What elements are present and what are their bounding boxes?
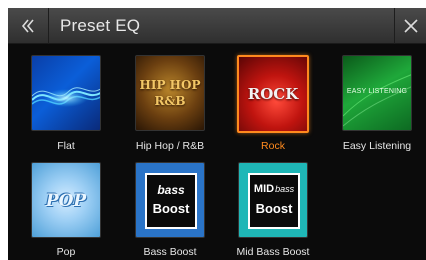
preset-tile-hip-hop-rnb[interactable]: HIP HOP R&B <box>135 55 205 131</box>
close-icon <box>403 19 418 33</box>
preset-tile-easy-listening[interactable]: EASY LISTENING <box>342 55 412 131</box>
art-text-hip-hop: HIP HOP <box>139 78 201 92</box>
wave-art <box>32 87 100 107</box>
art-text-rock: ROCK <box>247 85 299 103</box>
art-text-easy-listening: EASY LISTENING <box>346 88 408 95</box>
art-text-mid: MID <box>253 183 275 195</box>
header-bar: Preset EQ <box>8 8 426 44</box>
preset-label-rock: Rock <box>261 140 285 152</box>
preset-tile-flat[interactable] <box>31 55 101 131</box>
preset-label-bass-boost: Bass Boost <box>143 246 197 258</box>
art-text-pop: POP <box>45 191 87 211</box>
back-button[interactable] <box>8 8 48 44</box>
preset-tile-bass-boost[interactable]: bass Boost <box>135 162 205 238</box>
double-chevron-left-icon <box>21 19 34 33</box>
preset-tile-mid-bass-boost[interactable]: MIDbass Boost <box>238 162 308 238</box>
art-text-mid-bass: MIDbass <box>250 183 298 195</box>
preset-label-flat: Flat <box>57 140 75 152</box>
preset-label-easy-listening: Easy Listening <box>342 140 412 152</box>
art-text-bass: bass <box>157 183 185 197</box>
bass-boost-badge: bass Boost <box>145 173 197 229</box>
mid-bass-boost-badge: MIDbass Boost <box>248 173 300 229</box>
preset-label-mid-bass-boost: Mid Bass Boost <box>236 246 310 258</box>
preset-tile-pop[interactable]: POP <box>31 162 101 238</box>
art-text-boost: Boost <box>152 201 190 216</box>
preset-label-hip-hop-rnb: Hip Hop / R&B <box>135 140 205 152</box>
art-text-bass-small: bass <box>275 184 295 194</box>
preset-label-pop: Pop <box>56 246 76 258</box>
close-button[interactable] <box>395 8 426 44</box>
header-divider <box>48 8 49 44</box>
art-text-rnb: R&B <box>154 94 186 108</box>
preset-tile-rock[interactable]: ROCK <box>237 55 309 133</box>
page-title: Preset EQ <box>60 16 141 35</box>
preset-eq-screen: Preset EQ Flat HIP HOP R&B Hip Hop / R&B… <box>8 8 426 260</box>
art-text-boost: Boost <box>255 201 293 216</box>
